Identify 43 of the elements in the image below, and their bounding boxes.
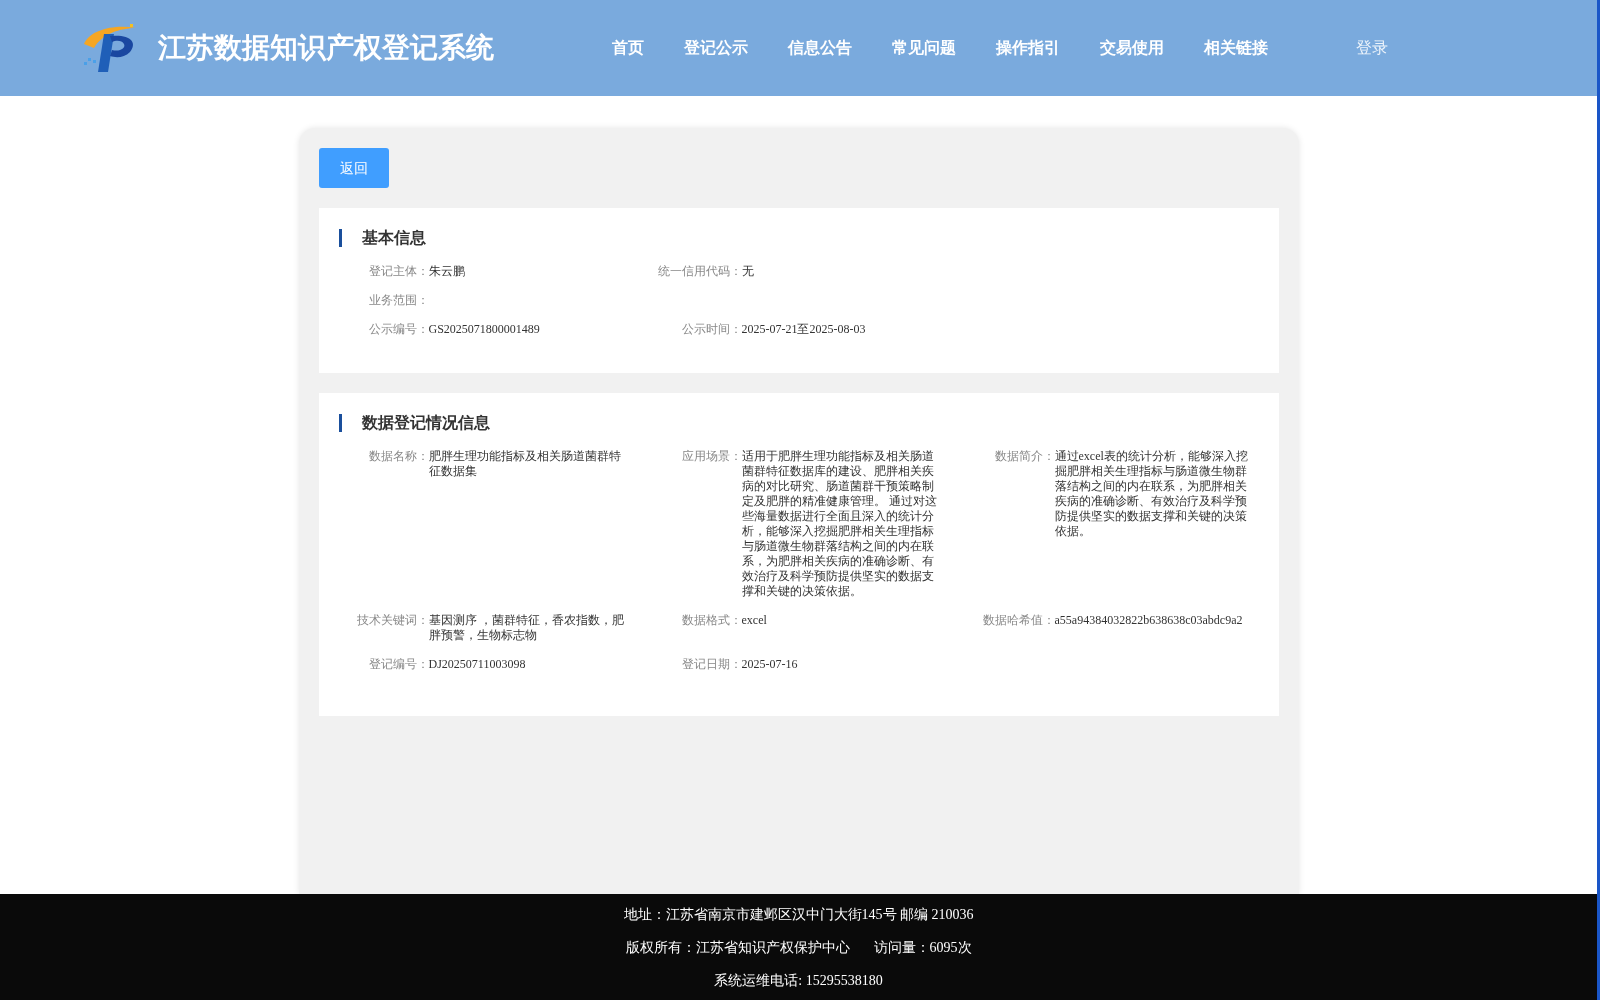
nav-link[interactable]: 相关链接: [1204, 36, 1268, 60]
field-label: 数据简介：: [993, 449, 1055, 464]
field-label: 登记编号：: [367, 657, 429, 672]
field-value: 朱云鹏: [428, 264, 466, 279]
field-value: DJ20250711003098: [428, 657, 527, 672]
field-value: 肥胖生理功能指标及相关肠道菌群特征数据集: [428, 449, 622, 479]
visit-count: 访问量：6095次: [873, 938, 972, 957]
nav-link[interactable]: 登记公示: [684, 36, 748, 60]
footer-phone: 系统运维电话: 15295538180: [714, 971, 883, 990]
field-label: 应用场景：: [680, 449, 742, 464]
field-label: 登记主体：: [367, 264, 429, 279]
nav-link[interactable]: 常见问题: [892, 36, 956, 60]
field-label: 公示编号：: [367, 322, 429, 337]
field-value: 通过excel表的统计分析，能够深入挖掘肥胖相关生理指标与肠道微生物群落结构之间的内在联系，为肥胖相关疾病的准确诊断、有效治疗及科学预防提供坚实的数据支撑和关键的决策依据。: [1054, 449, 1249, 539]
field-label: 登记日期：: [680, 657, 742, 672]
site-title: 江苏数据知识产权登记系统: [158, 31, 494, 65]
nav-link[interactable]: 信息公告: [788, 36, 852, 60]
field-value: 2025-07-21至2025-08-03: [741, 322, 867, 337]
field-value: 基因测序 ，菌群特征，香农指数，肥胖预警，生物标志物: [428, 613, 625, 643]
field-label: 数据格式：: [680, 613, 742, 628]
footer-address: 地址：江苏省南京市建邺区汉中门大街145号 邮编 210036: [623, 905, 974, 924]
field-label: 技术关键词：: [355, 613, 429, 628]
section-marker: [338, 414, 342, 432]
login-link[interactable]: 登录: [1356, 36, 1388, 60]
field-label: 数据名称：: [367, 449, 429, 464]
section-title: 数据登记情况信息: [361, 413, 490, 433]
field-value: excel: [741, 613, 768, 628]
field-value: GS2025071800001489: [428, 322, 541, 337]
field-label: 数据哈希值：: [981, 613, 1055, 628]
footer-copyright: 版权所有：江苏省知识产权保护中心: [625, 938, 850, 957]
section-title: 基本信息: [361, 228, 426, 248]
section-marker: [338, 229, 342, 247]
field-value: 适用于肥胖生理功能指标及相关肠道菌群特征数据库的建设、肥胖相关疾病的对比研究、肠道菌群干预策略制定及肥胖的精准健康管理。 通过对这些海量数据进行全面且深入的统计分析，能够深入挖掘肥胖相关生理指标与肠道微生物群落结构之间的内在联系，为肥胖相关疾病的准确诊断、有效治疗及科学预防提供坚实的数据支撑和关键的决策依据。: [741, 449, 938, 599]
field-value: a55a94384032822b638638c03abdc9a2: [1054, 613, 1244, 628]
field-label: 业务范围：: [367, 293, 429, 308]
back-button[interactable]: 返回: [318, 148, 389, 188]
field-value: 2025-07-16: [741, 657, 799, 672]
field-value: 无: [741, 264, 755, 279]
nav-link[interactable]: 操作指引: [996, 36, 1060, 60]
nav-link[interactable]: 交易使用: [1100, 36, 1164, 60]
field-label: 公示时间：: [680, 322, 742, 337]
nav-link[interactable]: 首页: [612, 36, 644, 60]
field-label: 统一信用代码：: [656, 264, 742, 279]
